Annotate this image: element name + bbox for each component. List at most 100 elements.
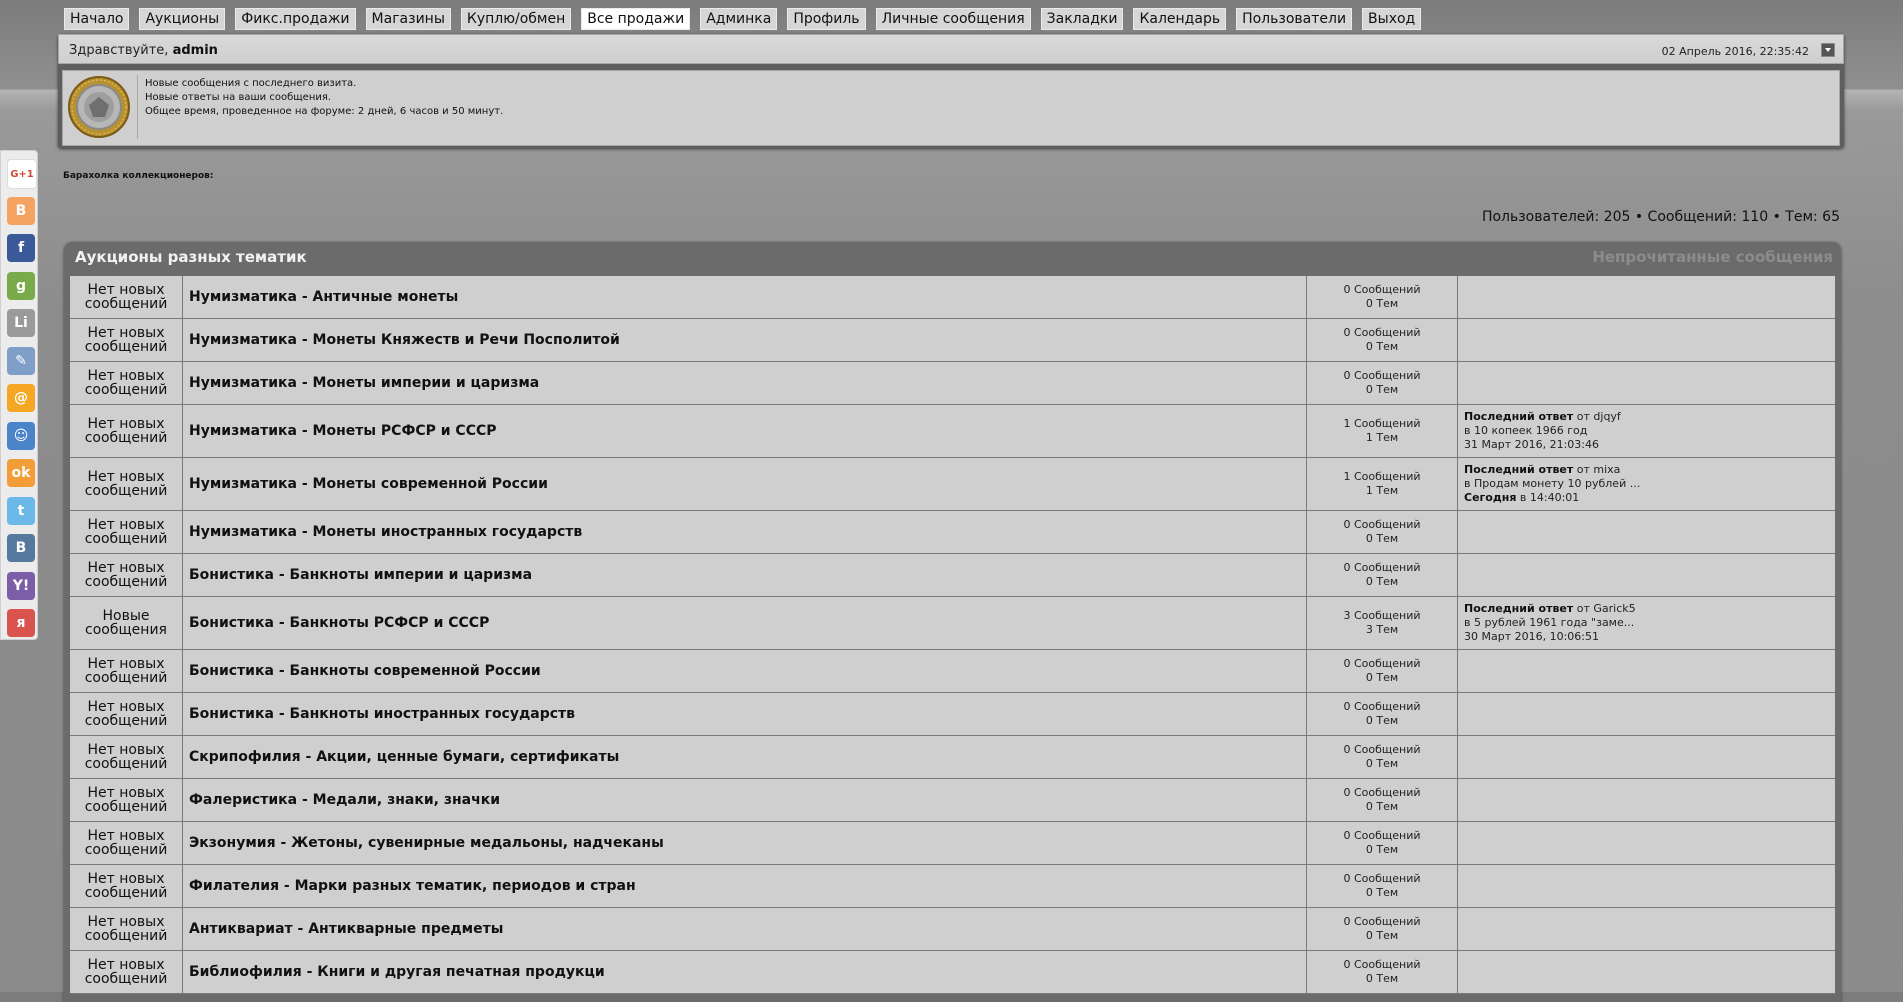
- forum-row: Нет новых сообщений Бонистика - Банкноты …: [70, 693, 1835, 736]
- last-reply-label[interactable]: Последний ответ: [1464, 463, 1573, 476]
- forum-title-link[interactable]: Библиофилия - Книги и другая печатная пр…: [183, 951, 1307, 993]
- forum-title-link[interactable]: Филателия - Марки разных тематик, период…: [183, 865, 1307, 907]
- forum-title-link[interactable]: Бонистика - Банкноты современной России: [183, 650, 1307, 692]
- forum-status: Нет новых сообщений: [70, 319, 183, 361]
- last-post: [1458, 650, 1835, 692]
- nav-item[interactable]: Все продажи: [581, 8, 691, 30]
- topic-count: 0 Тем: [1365, 886, 1399, 899]
- yahoo-icon[interactable]: Y!: [7, 571, 35, 600]
- coin-avatar-icon: [68, 76, 130, 138]
- last-reply-topic[interactable]: в Продам монету 10 рублей ...: [1464, 477, 1835, 491]
- board-stats: Пользователей: 205 • Сообщений: 110 • Те…: [1481, 209, 1840, 225]
- mailru-icon[interactable]: @: [7, 384, 35, 412]
- last-reply-topic[interactable]: в 10 копеек 1966 год: [1464, 424, 1835, 438]
- nav-item[interactable]: Куплю/обмен: [460, 8, 572, 30]
- forum-row: Нет новых сообщений Нумизматика - Монеты …: [70, 458, 1835, 511]
- post-count: 0 Сообщений: [1343, 283, 1421, 296]
- last-reply-label[interactable]: Последний ответ: [1464, 602, 1573, 615]
- vkontakte-icon[interactable]: B: [7, 534, 35, 562]
- category-title[interactable]: Аукционы разных тематик: [75, 248, 307, 266]
- last-post: [1458, 362, 1835, 404]
- last-post: [1458, 951, 1835, 993]
- nav-item[interactable]: Начало: [64, 8, 130, 30]
- forum-row: Нет новых сообщений Нумизматика - Монеты …: [70, 405, 1835, 458]
- nav-item[interactable]: Профиль: [787, 8, 866, 30]
- last-post: Последний ответ от djqyf в 10 копеек 1966…: [1458, 405, 1835, 457]
- forum-title-link[interactable]: Фалеристика - Медали, знаки, значки: [183, 779, 1307, 821]
- last-reply-author[interactable]: от mixa: [1577, 463, 1621, 476]
- forum-row: Нет новых сообщений Нумизматика - Античны…: [70, 276, 1835, 319]
- last-reply-author[interactable]: от djqyf: [1577, 410, 1621, 423]
- forum-title-link[interactable]: Бонистика - Банкноты иностранных государ…: [183, 693, 1307, 735]
- last-reply-date: Сегодня в 14:40:01: [1464, 491, 1835, 505]
- forum-description: Барахолка коллекционеров:: [63, 171, 214, 181]
- last-post: [1458, 822, 1835, 864]
- last-reply-label[interactable]: Последний ответ: [1464, 410, 1573, 423]
- forum-counts: 0 Сообщений 0 Тем: [1307, 276, 1458, 318]
- post-count: 0 Сообщений: [1343, 369, 1421, 382]
- last-reply-author[interactable]: от Garick5: [1577, 602, 1636, 615]
- google-icon[interactable]: g: [7, 271, 35, 300]
- post-count: 0 Сообщений: [1343, 958, 1421, 971]
- myworld-icon[interactable]: ☺: [7, 421, 35, 450]
- last-reply-topic[interactable]: в 5 рублей 1961 года "заме...: [1464, 616, 1835, 630]
- facebook-icon[interactable]: f: [7, 234, 35, 262]
- nav-item[interactable]: Выход: [1362, 8, 1422, 30]
- liveinternet-icon[interactable]: Li: [7, 309, 35, 337]
- nav-item[interactable]: Личные сообщения: [875, 8, 1031, 30]
- forum-status: Нет новых сообщений: [70, 736, 183, 778]
- nav-item[interactable]: Аукционы: [139, 8, 226, 30]
- post-count: 0 Сообщений: [1343, 786, 1421, 799]
- forum-counts: 0 Сообщений 0 Тем: [1307, 554, 1458, 596]
- forum-title-link[interactable]: Бонистика - Банкноты РСФСР и СССР: [183, 597, 1307, 649]
- last-post: [1458, 693, 1835, 735]
- nav-item[interactable]: Пользователи: [1236, 8, 1353, 30]
- avatar[interactable]: [67, 75, 138, 139]
- forum-title-link[interactable]: Нумизматика - Монеты иностранных государ…: [183, 511, 1307, 553]
- forum-title-link[interactable]: Нумизматика - Монеты современной России: [183, 458, 1307, 510]
- username[interactable]: admin: [173, 43, 218, 58]
- unread-messages-link[interactable]: Непрочитанные сообщения: [1592, 248, 1833, 266]
- forum-title-link[interactable]: Антиквариат - Антикварные предметы: [183, 908, 1307, 950]
- odnoklassniki-icon[interactable]: ok: [7, 459, 35, 487]
- last-post: [1458, 779, 1835, 821]
- forum-title-link[interactable]: Нумизматика - Античные монеты: [183, 276, 1307, 318]
- last-post: [1458, 865, 1835, 907]
- topic-count: 0 Тем: [1365, 340, 1399, 353]
- welcome-line[interactable]: Новые ответы на ваши сообщения.: [145, 91, 503, 105]
- forum-title-link[interactable]: Нумизматика - Монеты Княжеств и Речи Пос…: [183, 319, 1307, 361]
- forum-title-link[interactable]: Нумизматика - Монеты империи и царизма: [183, 362, 1307, 404]
- nav-item[interactable]: Закладки: [1040, 8, 1124, 30]
- forum-title-link[interactable]: Бонистика - Банкноты империи и царизма: [183, 554, 1307, 596]
- blogger-icon[interactable]: B: [7, 196, 35, 225]
- forum-row: Нет новых сообщений Нумизматика - Монеты …: [70, 511, 1835, 554]
- topic-count: 0 Тем: [1365, 800, 1399, 813]
- social-share-bar: G+1 Bf g Li ✎ @ ☺ ok t B Y! я: [0, 150, 38, 640]
- last-reply-date: 31 Март 2016, 21:03:46: [1464, 438, 1835, 452]
- topic-count: 0 Тем: [1365, 671, 1399, 684]
- forum-row: Новые сообщения Бонистика - Банкноты РСФС…: [70, 597, 1835, 650]
- livejournal-icon[interactable]: ✎: [7, 346, 35, 375]
- forum-status: Нет новых сообщений: [70, 362, 183, 404]
- twitter-icon[interactable]: t: [7, 496, 35, 525]
- nav-item[interactable]: Фикс.продажи: [235, 8, 356, 30]
- welcome-line[interactable]: Новые сообщения с последнего визита.: [145, 77, 503, 91]
- yaru-icon[interactable]: я: [7, 609, 35, 637]
- forum-title-link[interactable]: Нумизматика - Монеты РСФСР и СССР: [183, 405, 1307, 457]
- collapse-icon[interactable]: [1821, 43, 1835, 57]
- nav-item[interactable]: Админка: [700, 8, 778, 30]
- forum-counts: 0 Сообщений 0 Тем: [1307, 865, 1458, 907]
- forum-status: Нет новых сообщений: [70, 908, 183, 950]
- google-plus-icon[interactable]: G+1: [7, 159, 37, 189]
- forum-counts: 0 Сообщений 0 Тем: [1307, 822, 1458, 864]
- forum-title-link[interactable]: Скрипофилия - Акции, ценные бумаги, серт…: [183, 736, 1307, 778]
- greeting-prefix: Здравствуйте,: [69, 43, 169, 58]
- last-reply-time: в 14:40:01: [1519, 491, 1580, 504]
- topic-count: 3 Тем: [1365, 623, 1399, 636]
- topic-count: 1 Тем: [1365, 484, 1399, 497]
- nav-item[interactable]: Магазины: [365, 8, 451, 30]
- forum-row: Нет новых сообщений Скрипофилия - Акции, …: [70, 736, 1835, 779]
- nav-item[interactable]: Календарь: [1133, 8, 1227, 30]
- welcome-info: Новые сообщения с последнего визита. Нов…: [145, 77, 503, 119]
- forum-title-link[interactable]: Экзонумия - Жетоны, сувенирные медальоны…: [183, 822, 1307, 864]
